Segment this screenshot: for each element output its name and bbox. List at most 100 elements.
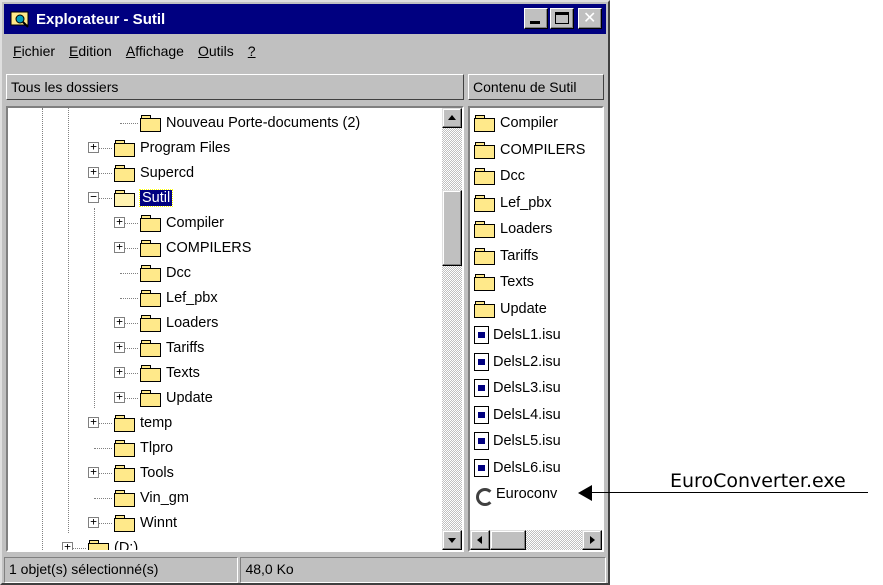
status-size: 48,0 Ko <box>240 557 606 583</box>
list-item[interactable]: DelsL2.isu <box>474 350 561 374</box>
list-item[interactable]: Compiler <box>474 111 558 135</box>
file-icon <box>474 432 489 450</box>
scroll-left-button[interactable] <box>470 530 490 550</box>
tree-item-label: Winnt <box>140 515 178 531</box>
arrow-up-icon <box>448 115 456 120</box>
folder-icon <box>140 340 161 357</box>
tree-item[interactable]: Nouveau Porte-documents (2) <box>140 111 360 135</box>
expand-icon[interactable]: + <box>88 466 99 478</box>
tree-item[interactable]: Tools <box>114 461 174 485</box>
tree-item[interactable]: COMPILERS <box>140 236 251 260</box>
close-button[interactable]: ✕ <box>578 8 602 29</box>
tree-item[interactable]: Tariffs <box>140 336 204 360</box>
menu-affichage[interactable]: Affichage <box>119 43 191 59</box>
tree-item[interactable]: Update <box>140 386 213 410</box>
expand-icon[interactable]: + <box>88 516 99 528</box>
list-item-label: Euroconv <box>496 486 558 502</box>
menu-affichage-label: ffichage <box>135 43 184 59</box>
tree-connector <box>120 273 138 274</box>
expand-icon[interactable]: + <box>114 216 125 228</box>
list-item[interactable]: Lef_pbx <box>474 191 552 215</box>
folder-icon <box>114 140 135 157</box>
minimize-button[interactable] <box>524 8 548 29</box>
tree-item-label: Lef_pbx <box>166 290 218 306</box>
list-item[interactable]: DelsL4.isu <box>474 403 561 427</box>
tree-item[interactable]: Dcc <box>140 261 191 285</box>
list-item-label: DelsL1.isu <box>493 327 561 343</box>
folder-icon <box>114 165 135 182</box>
tree-item[interactable]: Loaders <box>140 311 218 335</box>
contents-horizontal-scrollbar[interactable] <box>470 530 602 550</box>
list-item-label: Loaders <box>500 221 553 237</box>
list-item-label: DelsL3.isu <box>493 380 561 396</box>
tree-item[interactable]: Program Files <box>114 136 230 160</box>
menu-outils[interactable]: Outils <box>191 43 241 59</box>
expand-icon[interactable]: + <box>88 141 99 153</box>
menu-edition[interactable]: Edition <box>62 43 119 59</box>
expand-icon[interactable]: + <box>88 416 99 428</box>
scroll-down-button[interactable] <box>442 530 462 550</box>
tree-item[interactable]: (D:) <box>88 536 138 550</box>
folders-header[interactable]: Tous les dossiers <box>6 74 464 100</box>
tree-item[interactable]: Sutil <box>114 186 174 210</box>
maximize-button[interactable] <box>550 8 574 29</box>
title-bar[interactable]: Explorateur - Sutil ✕ <box>4 4 606 34</box>
list-item-label: COMPILERS <box>500 141 586 158</box>
expand-icon[interactable]: + <box>114 341 125 353</box>
tree-item-label: Texts <box>166 365 200 381</box>
expand-icon[interactable]: + <box>114 316 125 328</box>
tree-item[interactable]: Compiler <box>140 211 224 235</box>
folder-icon <box>474 141 495 159</box>
expand-icon[interactable]: + <box>62 541 73 550</box>
list-item[interactable]: Update <box>474 297 547 321</box>
list-item[interactable]: Loaders <box>474 217 552 241</box>
tree-item[interactable]: Lef_pbx <box>140 286 218 310</box>
menu-fichier[interactable]: Fichier <box>6 43 62 59</box>
tree-connector <box>120 298 138 299</box>
menu-help[interactable]: ? <box>241 43 263 59</box>
folder-icon <box>140 115 161 132</box>
list-item[interactable]: DelsL3.isu <box>474 376 561 400</box>
file-icon <box>474 352 489 371</box>
annotation-label: EuroConverter.exe <box>670 470 846 492</box>
collapse-icon[interactable]: − <box>88 191 99 203</box>
expand-icon[interactable]: + <box>114 241 125 253</box>
expand-icon[interactable]: + <box>88 166 99 178</box>
tree-item[interactable]: Vin_gm <box>114 486 189 510</box>
tree-connector <box>42 108 43 550</box>
tree-item-label: Program Files <box>140 140 231 156</box>
tree-item[interactable]: Tlpro <box>114 436 173 460</box>
list-item-label: Texts <box>500 274 534 290</box>
contents-header[interactable]: Contenu de Sutil <box>468 74 604 100</box>
tree-vertical-scrollbar[interactable] <box>442 108 462 550</box>
list-item[interactable]: Euroconv <box>474 482 557 506</box>
tree-item[interactable]: Supercd <box>114 161 194 185</box>
tree-connector <box>94 208 95 408</box>
list-item[interactable]: DelsL5.isu <box>474 429 561 453</box>
horizontal-scroll-thumb[interactable] <box>490 530 526 550</box>
list-item[interactable]: DelsL1.isu <box>474 323 561 347</box>
expand-icon[interactable]: + <box>114 391 125 403</box>
folder-icon <box>140 215 161 232</box>
scroll-right-button[interactable] <box>582 530 602 550</box>
tree-item[interactable]: Winnt <box>114 511 177 535</box>
list-item[interactable]: DelsL6.isu <box>474 456 561 480</box>
tree-item[interactable]: temp <box>114 411 172 435</box>
window-controls: ✕ <box>524 8 602 29</box>
folder-tree[interactable]: Nouveau Porte-documents (2) Program Files… <box>6 106 464 552</box>
expand-icon[interactable]: + <box>114 366 125 378</box>
folder-icon <box>474 274 495 291</box>
menu-help-accel: ? <box>247 43 256 59</box>
file-icon <box>474 326 489 344</box>
scroll-thumb[interactable] <box>442 190 462 266</box>
list-item-label: Dcc <box>500 168 525 184</box>
list-item[interactable]: Texts <box>474 270 534 294</box>
folder-icon <box>140 390 161 407</box>
list-item[interactable]: COMPILERS <box>474 138 585 162</box>
list-item[interactable]: Tariffs <box>474 244 538 268</box>
list-item[interactable]: Dcc <box>474 164 525 188</box>
folder-icon <box>114 490 135 507</box>
list-item-label: Lef_pbx <box>500 194 552 211</box>
scroll-up-button[interactable] <box>442 108 462 128</box>
tree-item[interactable]: Texts <box>140 361 200 385</box>
